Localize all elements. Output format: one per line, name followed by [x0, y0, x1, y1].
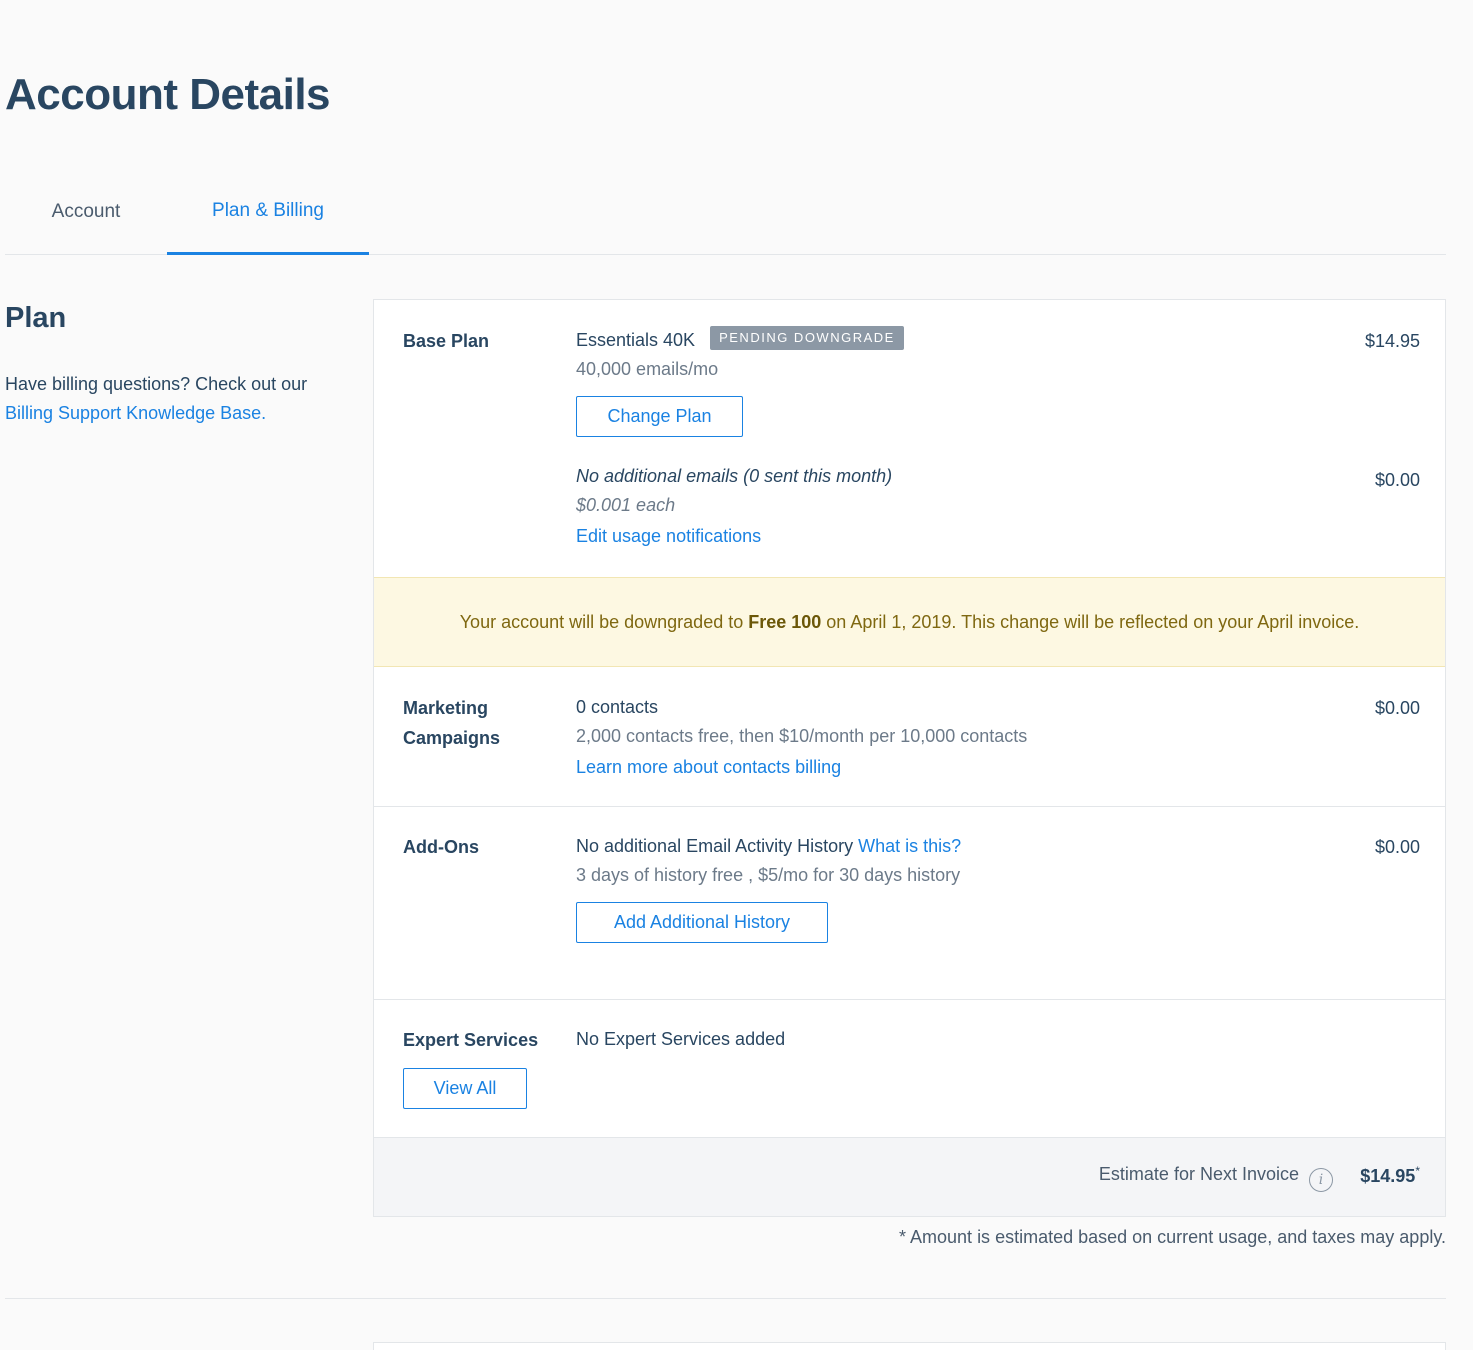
- contacts-count: 0 contacts: [576, 697, 659, 717]
- notice-suffix: on April 1, 2019. This change will be re…: [821, 611, 1360, 632]
- edit-usage-notifications-link[interactable]: Edit usage notifications: [576, 526, 761, 546]
- notice-plan: Free 100: [748, 611, 822, 632]
- expert-services-label: Expert Services: [403, 1030, 539, 1050]
- info-icon-glyph: i: [1318, 1172, 1324, 1188]
- downgrade-notice: Your account will be downgraded to Free …: [374, 577, 1445, 667]
- billing-support-link[interactable]: Billing Support Knowledge Base.: [5, 399, 345, 428]
- estimate-total: $14.95*: [1360, 1164, 1420, 1187]
- page-title: Account Details: [5, 70, 331, 119]
- marketing-campaigns-section: Marketing Campaigns 0 contacts 2,000 con…: [374, 667, 1445, 807]
- add-ons-body: No additional Email Activity History Wha…: [576, 832, 1336, 943]
- tab-bar: Account Plan & Billing: [5, 170, 1446, 255]
- email-history-title: No additional Email Activity History: [576, 836, 854, 856]
- plan-card: Base Plan Essentials 40K PENDING DOWNGRA…: [373, 299, 1446, 1217]
- base-plan-price: $14.95: [1364, 331, 1420, 351]
- extra-email-rate: $0.001 each: [576, 495, 676, 515]
- estimate-asterisk: *: [1415, 1164, 1420, 1178]
- estimate-disclaimer: * Amount is estimated based on current u…: [899, 1227, 1446, 1247]
- info-icon[interactable]: i: [1309, 1168, 1333, 1192]
- expert-services-text: No Expert Services added: [576, 1029, 786, 1049]
- tab-account[interactable]: Account: [5, 170, 167, 254]
- expert-services-body: No Expert Services added: [576, 1025, 1336, 1054]
- billing-help: Have billing questions? Check out our Bi…: [5, 370, 345, 428]
- what-is-this-link[interactable]: What is this?: [858, 836, 961, 856]
- billing-help-text: Have billing questions? Check out our: [5, 374, 308, 394]
- add-ons-price: $0.00: [1374, 837, 1420, 857]
- tab-plan-billing[interactable]: Plan & Billing: [167, 170, 369, 255]
- section-divider: [5, 1298, 1446, 1299]
- contacts-pricing: 2,000 contacts free, then $10/month per …: [576, 726, 1028, 746]
- base-plan-section: Base Plan Essentials 40K PENDING DOWNGRA…: [374, 300, 1445, 577]
- plan-allowance: 40,000 emails/mo: [576, 359, 719, 379]
- expert-services-section: Expert Services No Expert Services added…: [374, 1000, 1445, 1137]
- contacts-billing-link[interactable]: Learn more about contacts billing: [576, 757, 841, 777]
- add-ons-section: Add-Ons No additional Email Activity His…: [374, 807, 1445, 1000]
- base-plan-label: Base Plan: [403, 331, 490, 351]
- estimate-total-value: $14.95: [1360, 1166, 1416, 1186]
- add-additional-history-button[interactable]: Add Additional History: [576, 902, 828, 943]
- estimate-label: Estimate for Next Invoice: [1098, 1164, 1299, 1184]
- add-ons-label: Add-Ons: [403, 837, 479, 857]
- marketing-label-line2: Campaigns: [403, 728, 501, 748]
- pending-downgrade-badge: PENDING DOWNGRADE: [710, 326, 904, 351]
- page: Account Details Account Plan & Billing P…: [0, 0, 1473, 1350]
- base-plan-body: Essentials 40K PENDING DOWNGRADE 40,000 …: [576, 326, 1336, 551]
- extra-emails-price: $0.00: [1374, 470, 1420, 490]
- plan-name: Essentials 40K: [576, 330, 696, 350]
- view-all-button[interactable]: View All: [403, 1068, 527, 1109]
- marketing-body: 0 contacts 2,000 contacts free, then $10…: [576, 693, 1336, 782]
- estimate-bar: Estimate for Next Invoice i $14.95*: [374, 1137, 1445, 1216]
- email-history-detail: 3 days of history free , $5/mo for 30 da…: [576, 865, 961, 885]
- plan-section-title: Plan: [5, 302, 67, 334]
- next-card: [373, 1342, 1446, 1350]
- change-plan-button[interactable]: Change Plan: [576, 396, 743, 437]
- marketing-price: $0.00: [1374, 698, 1420, 718]
- notice-prefix: Your account will be downgraded to: [459, 611, 749, 632]
- marketing-label-line1: Marketing: [403, 698, 489, 718]
- extra-emails-text: No additional emails (0 sent this month): [576, 466, 893, 486]
- marketing-campaigns-label: Marketing Campaigns: [403, 693, 500, 753]
